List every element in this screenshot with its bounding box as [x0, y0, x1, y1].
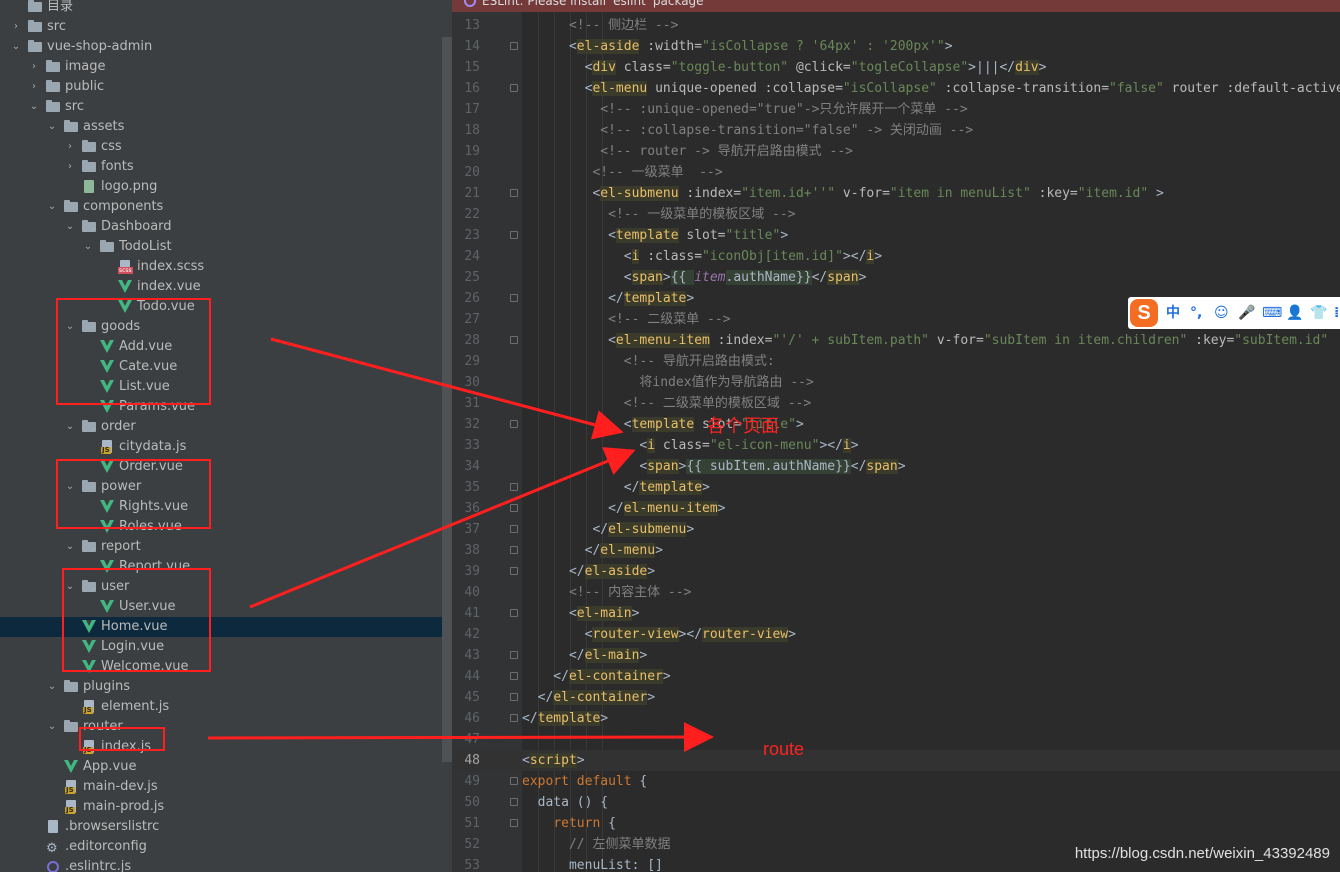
arrow-user-to-template: [249, 447, 636, 609]
annotation-arrows: [207, 337, 714, 753]
watermark: https://blog.csdn.net/weixin_43392489: [1074, 845, 1330, 862]
annotation-pages-label: 各个页面: [707, 416, 779, 436]
arrow-goods-to-template: [270, 337, 624, 440]
annotation-route-label: route: [763, 739, 805, 759]
arrow-router-to-route: [207, 722, 714, 753]
